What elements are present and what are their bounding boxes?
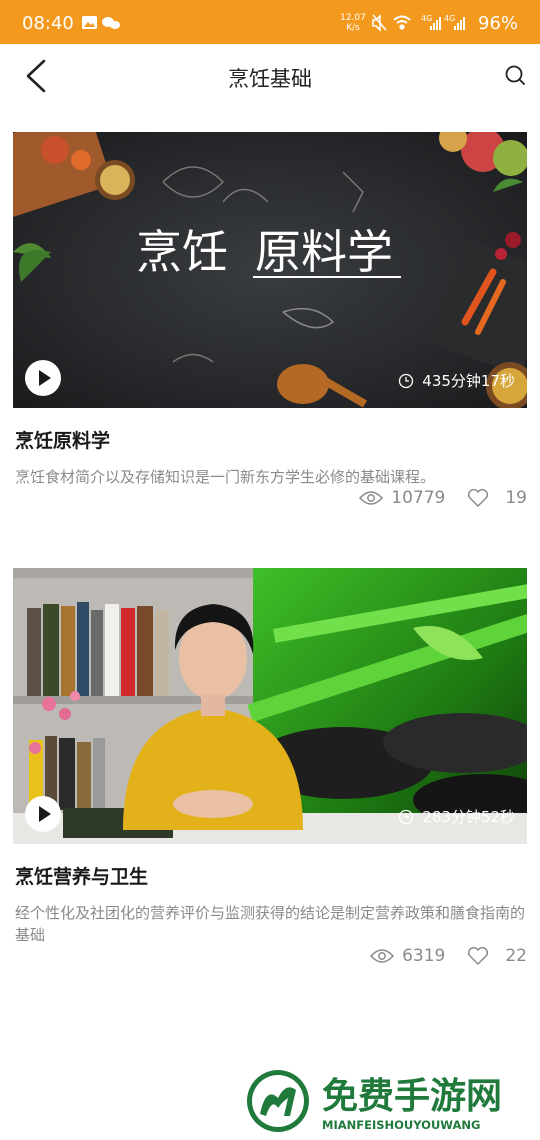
eye-icon [359,491,384,505]
network-speed-value: 12.07 [340,13,366,23]
play-icon [26,797,60,831]
play-button[interactable] [25,796,61,832]
network-speed: 12.07 K/s [336,13,370,33]
like-count: 22 [505,946,527,966]
watermark: 免费手游网 MIANFEISHOUYOUWANG [246,1068,536,1134]
course-title[interactable]: 烹饪原料学 [15,426,110,453]
mute-icon [372,14,387,32]
course-stats: 6319 22 [370,946,527,966]
watermark-site: MIANFEISHOUYOUWANG [322,1118,480,1132]
like-count: 19 [505,488,527,508]
status-bar: 08:40 12.07 K/s 4G 4G 96% [0,0,540,44]
course-stats: 10779 19 [359,488,527,508]
battery-level: 96% [478,13,519,34]
view-count: 10779 [391,488,446,508]
clock-icon [399,373,414,388]
duration-text: 435分钟17秒 [422,372,515,390]
course-description: 经个性化及社团化的营养评价与监测获得的结论是制定营养政策和膳食指南的基础 [15,904,526,944]
watermark-logo: 免费手游网 MIANFEISHOUYOUWANG [247,1070,502,1132]
video-duration: 283分钟52秒 [398,806,515,827]
play-button[interactable] [25,360,61,396]
network-type-1: 4G [421,14,433,23]
notification-icons [82,15,122,35]
network-speed-unit: K/s [346,23,360,33]
wifi-icon [393,15,411,30]
course-thumbnail[interactable]: 烹饪 原料学 435分钟17秒 [13,132,527,408]
search-icon [505,65,525,85]
clock-icon [399,809,414,824]
course-description: 烹饪食材简介以及存储知识是一门新东方学生必修的基础课程。 [15,468,436,486]
course-title[interactable]: 烹饪营养与卫生 [15,862,148,889]
gallery-icon [82,16,97,29]
course-card[interactable]: 283分钟52秒 烹饪营养与卫生 经个性化及社团化的营养评价与监测获得的结论是制… [13,568,527,968]
nav-bar: 烹饪基础 [0,44,540,108]
thumbnail-image [13,568,527,844]
network-type-2: 4G [444,14,456,23]
thumbnail-image: 烹饪 原料学 [13,132,527,408]
thumb-title-right: 原料学 [255,225,393,279]
watermark-brand: 免费手游网 [322,1075,502,1117]
wechat-icon [102,17,120,29]
view-count: 6319 [402,946,446,966]
eye-icon [370,949,395,963]
heart-icon [468,488,489,507]
video-duration: 435分钟17秒 [398,370,515,391]
course-card[interactable]: 烹饪 原料学 435分钟17秒 烹饪原料学 烹饪食材简介以及存储知识是一门新东方… [13,132,527,512]
duration-text: 283分钟52秒 [422,808,515,826]
thumb-title-left: 烹饪 [136,225,228,279]
heart-icon [468,946,489,965]
search-button[interactable] [502,62,530,90]
play-icon [26,361,60,395]
status-time: 08:40 [22,13,74,34]
course-thumbnail[interactable]: 283分钟52秒 [13,568,527,844]
page-title: 烹饪基础 [228,67,312,91]
